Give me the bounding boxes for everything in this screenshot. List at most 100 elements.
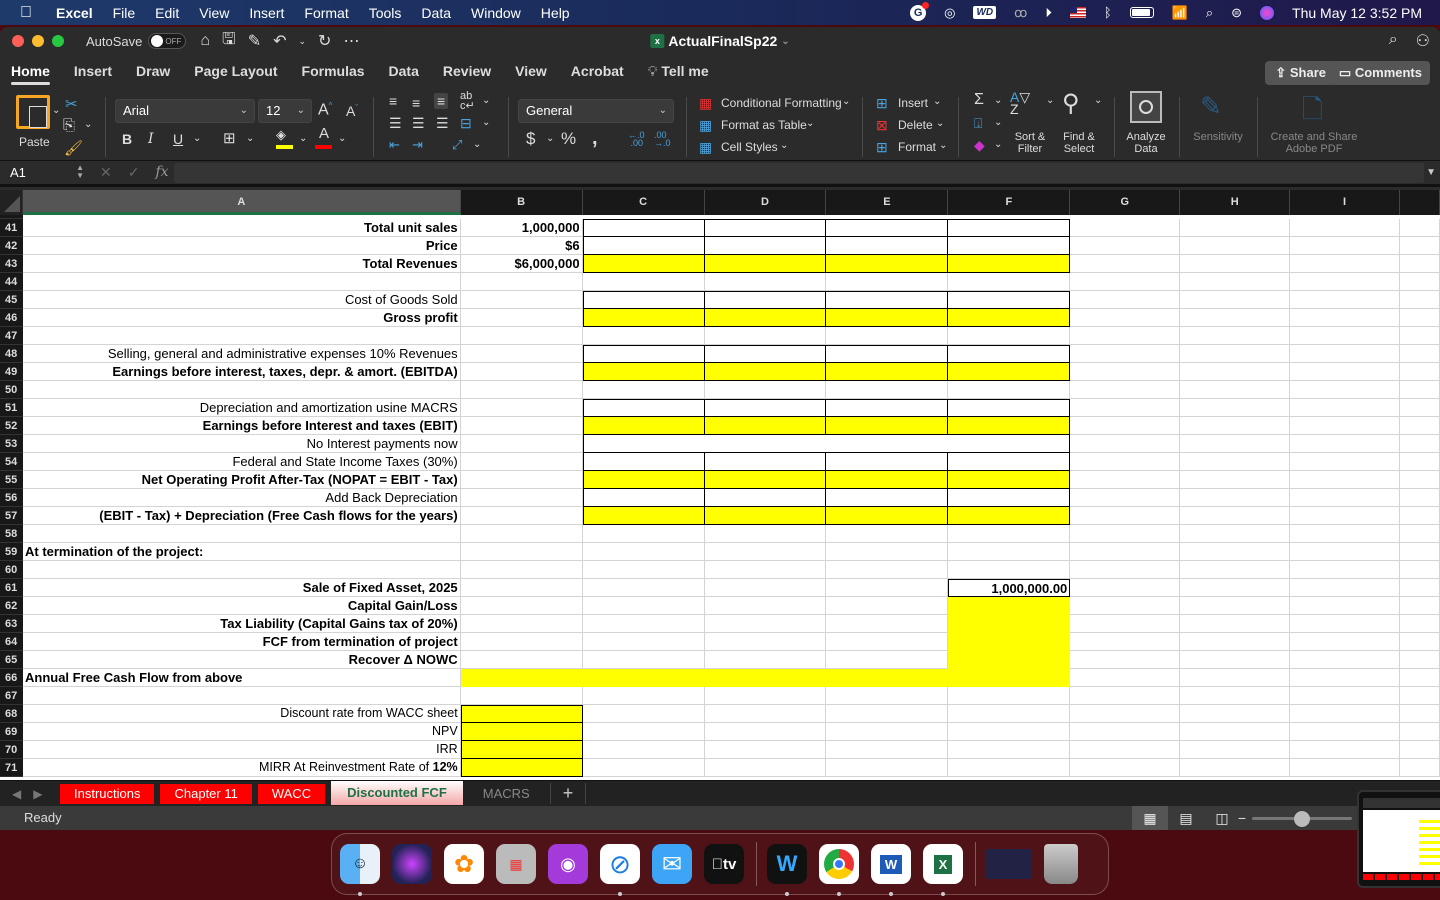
dock-safari-icon[interactable]: ⊘ — [600, 844, 640, 896]
bluetooth-icon[interactable]: ᛒ — [1104, 5, 1112, 20]
cell-j49[interactable] — [1400, 363, 1440, 381]
cell-a65[interactable]: Recover Δ NOWC — [22, 651, 461, 669]
cell-i42[interactable] — [1290, 237, 1401, 255]
cell-styles-icon[interactable]: ▦ — [699, 139, 712, 156]
menu-insert[interactable]: Insert — [249, 5, 284, 21]
cell-i53[interactable] — [1290, 435, 1401, 453]
row-header[interactable]: 47 — [0, 327, 23, 345]
cell-c68[interactable] — [582, 705, 705, 723]
cell-i61[interactable] — [1290, 579, 1401, 597]
cell-c51[interactable] — [582, 399, 705, 417]
column-header-j[interactable] — [1400, 190, 1440, 215]
cell-h53[interactable] — [1180, 435, 1291, 453]
cell-i46[interactable] — [1290, 309, 1401, 327]
align-top-icon[interactable]: ≡ — [389, 93, 397, 109]
cell-f48[interactable] — [948, 345, 1071, 363]
cell-i62[interactable] — [1290, 597, 1401, 615]
sensitivity-icon[interactable]: ✎ — [1200, 91, 1222, 122]
cell-j62[interactable] — [1400, 597, 1440, 615]
dock-mail-icon[interactable]: ✉ — [652, 844, 692, 884]
cell-e71[interactable] — [826, 759, 949, 777]
column-header-a[interactable]: A — [22, 190, 461, 215]
tab-view[interactable]: View — [515, 55, 547, 87]
fill-color-dropdown-icon[interactable]: ⌄ — [299, 133, 307, 144]
cell-h60[interactable] — [1180, 561, 1291, 579]
chevron-down-icon[interactable]: ⌄ — [994, 117, 1002, 128]
siri-icon[interactable] — [1260, 5, 1275, 20]
cell-d65[interactable] — [704, 651, 827, 669]
cell-b65[interactable] — [460, 651, 583, 669]
align-bottom-icon[interactable]: ≡ — [434, 93, 449, 109]
cell-j45[interactable] — [1400, 291, 1440, 309]
cell-h41[interactable] — [1180, 219, 1291, 237]
menu-app-name[interactable]: Excel — [56, 5, 93, 21]
cell-d56[interactable] — [704, 489, 827, 507]
cell-j41[interactable] — [1400, 219, 1440, 237]
cell-b63[interactable] — [460, 615, 583, 633]
name-box[interactable]: A1 ▲ ▼ — [2, 161, 88, 184]
cell-d60[interactable] — [704, 561, 827, 579]
cell-i69[interactable] — [1290, 723, 1401, 741]
cell-d57[interactable] — [704, 507, 827, 525]
cell-b64[interactable] — [460, 633, 583, 651]
cell-d58[interactable] — [704, 525, 827, 543]
insert-function-icon[interactable]: fx — [155, 164, 168, 181]
cell-c59[interactable] — [582, 543, 705, 561]
cell-a41[interactable]: Total unit sales — [22, 219, 461, 237]
row-header[interactable]: 60 — [0, 561, 23, 579]
orientation-dropdown-icon[interactable]: ⌄ — [473, 139, 481, 150]
cell-b45[interactable] — [460, 291, 583, 309]
cell-g42[interactable] — [1070, 237, 1181, 255]
row-header[interactable]: 70 — [0, 741, 23, 759]
cell-c64[interactable] — [582, 633, 705, 651]
cell-h64[interactable] — [1180, 633, 1291, 651]
dock-safari-window-icon[interactable] — [986, 849, 1032, 879]
column-header-c[interactable]: C — [583, 190, 705, 215]
cell-e68[interactable] — [826, 705, 949, 723]
cell-i70[interactable] — [1290, 741, 1401, 759]
sheet-tab-discounted-fcf[interactable]: Discounted FCF — [331, 780, 463, 805]
cell-f43[interactable] — [948, 255, 1071, 273]
tab-review[interactable]: Review — [443, 55, 491, 87]
battery-icon[interactable] — [1129, 7, 1154, 18]
page-break-view-icon[interactable]: ◫ — [1204, 806, 1240, 830]
cell-a69[interactable]: NPV — [22, 723, 461, 741]
cell-a60[interactable] — [22, 561, 461, 579]
zoom-out-icon[interactable]: − — [1238, 806, 1246, 830]
share-button[interactable]: ⇪ Share — [1265, 61, 1336, 85]
column-header-d[interactable]: D — [705, 190, 827, 215]
cell-d67[interactable] — [704, 687, 827, 705]
row-header[interactable]: 59 — [0, 543, 23, 561]
chevron-down-icon[interactable]: ⌄ — [994, 139, 1002, 150]
row-header[interactable]: 58 — [0, 525, 23, 543]
cell-h54[interactable] — [1180, 453, 1291, 471]
cell-i60[interactable] — [1290, 561, 1401, 579]
row-header[interactable]: 65 — [0, 651, 23, 669]
cell-j52[interactable] — [1400, 417, 1440, 435]
cell-b56[interactable] — [460, 489, 583, 507]
cell-g50[interactable] — [1070, 381, 1181, 399]
cell-c52[interactable] — [582, 417, 705, 435]
cell-j71[interactable] — [1400, 759, 1440, 777]
menu-tools[interactable]: Tools — [369, 5, 402, 21]
dock-trash-icon[interactable] — [1044, 844, 1078, 884]
next-sheet-icon[interactable]: ▶ — [33, 787, 42, 801]
cell-a43[interactable]: Total Revenues — [22, 255, 461, 273]
cell-h67[interactable] — [1180, 687, 1291, 705]
row-header[interactable]: 71 — [0, 759, 23, 777]
cell-c55[interactable] — [582, 471, 705, 489]
cell-h63[interactable] — [1180, 615, 1291, 633]
cell-c43[interactable] — [582, 255, 705, 273]
cell-a50[interactable] — [22, 381, 461, 399]
row-header[interactable]: 48 — [0, 345, 23, 363]
autosave-toggle[interactable]: OFF — [148, 33, 187, 49]
cell-c44[interactable] — [582, 273, 705, 291]
apple-menu-icon[interactable]:  — [20, 4, 38, 22]
row-header[interactable]: 45 — [0, 291, 23, 309]
cell-b46[interactable] — [460, 309, 583, 327]
cell-d43[interactable] — [704, 255, 827, 273]
number-format-select[interactable]: General ⌄ — [518, 99, 674, 123]
add-sheet-button[interactable]: + — [549, 783, 587, 804]
page-layout-view-icon[interactable]: ▤ — [1168, 806, 1204, 830]
cell-e53[interactable] — [826, 435, 949, 453]
